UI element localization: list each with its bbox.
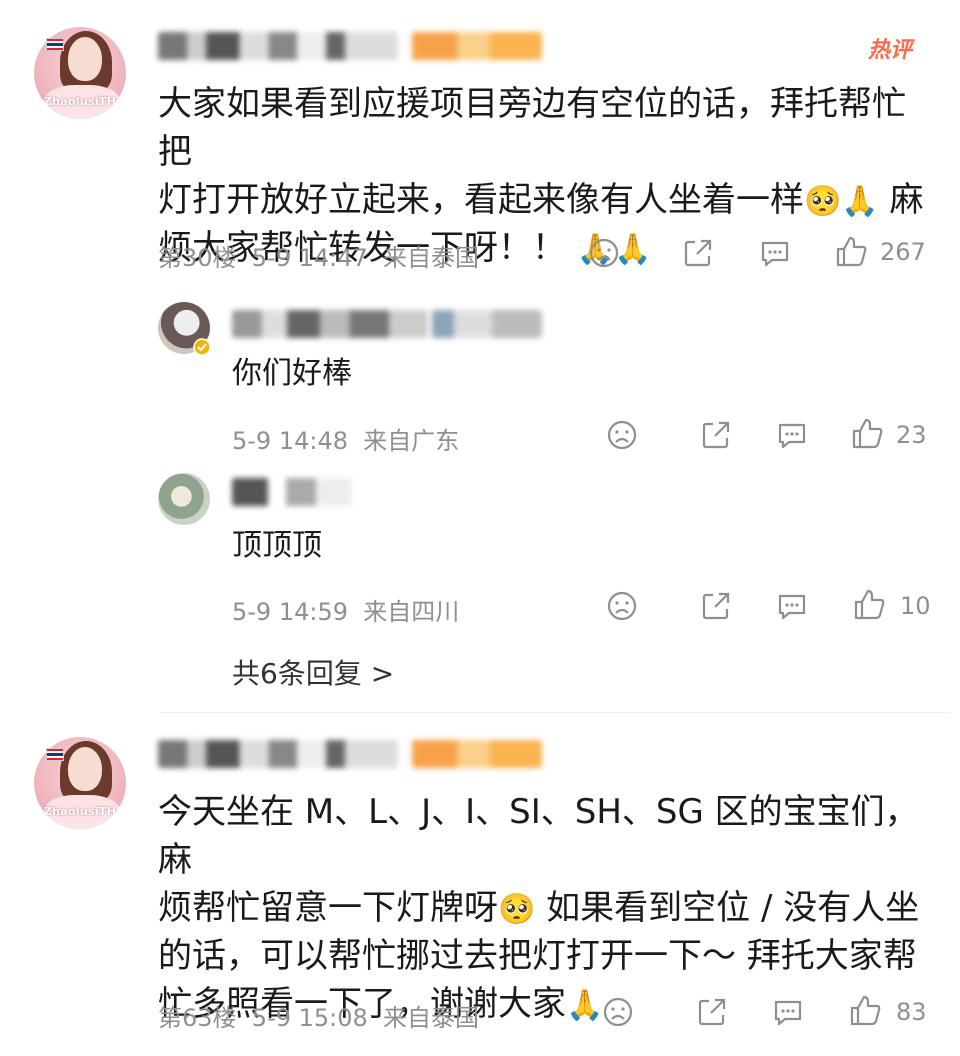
reply-meta: 5-9 14:48 来自广东 xyxy=(232,427,460,455)
comment-icon[interactable] xyxy=(771,995,805,1029)
sad-face-icon[interactable] xyxy=(606,590,638,622)
like-count: 83 xyxy=(896,998,927,1026)
reply-meta: 5-9 14:59 来自四川 xyxy=(232,598,460,626)
avatar-watermark: ZhaolusiTH xyxy=(43,95,117,108)
pleading-face-emoji: 🥺 xyxy=(498,891,536,927)
sad-face-icon[interactable] xyxy=(606,419,638,451)
comment-divider xyxy=(160,712,950,713)
share-icon[interactable] xyxy=(681,236,715,270)
share-icon[interactable] xyxy=(699,589,733,623)
reply-avatar[interactable] xyxy=(158,473,210,525)
like-icon[interactable] xyxy=(852,587,888,623)
praying-hands-emoji: 🙏 xyxy=(566,987,604,1023)
reply-username-blurred[interactable] xyxy=(232,310,428,338)
sad-face-icon[interactable] xyxy=(588,237,620,269)
share-icon[interactable] xyxy=(699,418,733,452)
comment-line: 烦帮忙留意一下灯牌呀🥺 如果看到空位 / 没有人坐 xyxy=(158,884,938,932)
like-icon[interactable] xyxy=(850,416,886,452)
comment-line-tail: 麻 xyxy=(889,180,924,220)
comment-line: 今天坐在 M、L、J、I、SI、SH、SG 区的宝宝们，麻 xyxy=(158,792,919,880)
avatar-watermark: ZhaolusiTH xyxy=(43,805,117,818)
sad-face-icon[interactable] xyxy=(602,996,634,1028)
like-count: 267 xyxy=(880,238,926,266)
share-icon[interactable] xyxy=(695,995,729,1029)
username-blurred[interactable] xyxy=(158,740,398,768)
comment-meta: 第63楼 5-9 15:08 来自泰国 xyxy=(158,1004,480,1032)
pleading-face-emoji: 🥺 xyxy=(804,183,842,219)
more-replies-link[interactable]: 共6条回复 > xyxy=(232,652,394,692)
verified-badge-icon xyxy=(193,338,211,356)
user-level-badge xyxy=(412,740,542,768)
comment-line: 灯打开放好立起来，看起来像有人坐着一样🥺🙏 麻 xyxy=(158,176,938,224)
reply-username-blurred[interactable] xyxy=(232,478,352,506)
like-count: 23 xyxy=(896,421,927,449)
like-count: 10 xyxy=(900,592,931,620)
reply-text: 顶顶顶 xyxy=(232,528,322,563)
like-icon[interactable] xyxy=(834,234,870,270)
comment-icon[interactable] xyxy=(775,418,809,452)
thai-flag-icon xyxy=(46,748,64,761)
hot-comment-badge: 热评 xyxy=(868,38,913,63)
praying-hands-emoji: 🙏 xyxy=(841,183,879,219)
comment-line-text: 烦帮忙留意一下灯牌呀 xyxy=(158,888,498,928)
username-blurred[interactable] xyxy=(158,32,398,60)
thai-flag-icon xyxy=(46,38,64,51)
reply-user-badge xyxy=(432,310,542,338)
comment-line: 大家如果看到应援项目旁边有空位的话，拜托帮忙把 xyxy=(158,84,906,172)
reply-text: 你们好棒 xyxy=(232,356,352,391)
comment-line-tail: 如果看到空位 / 没有人坐 xyxy=(546,888,920,928)
comment-line: 的话，可以帮忙挪过去把灯打开一下～ 拜托大家帮 xyxy=(158,936,917,976)
comment-icon[interactable] xyxy=(775,589,809,623)
comment-line-text: 灯打开放好立起来，看起来像有人坐着一样 xyxy=(158,180,804,220)
comment-icon[interactable] xyxy=(758,236,792,270)
like-icon[interactable] xyxy=(848,993,884,1029)
user-level-badge xyxy=(412,32,542,60)
comment-text: 今天坐在 M、L、J、I、SI、SH、SG 区的宝宝们，麻 烦帮忙留意一下灯牌呀… xyxy=(158,788,938,1028)
comment-meta: 第30楼 5-9 14:47 来自泰国 xyxy=(158,244,480,272)
